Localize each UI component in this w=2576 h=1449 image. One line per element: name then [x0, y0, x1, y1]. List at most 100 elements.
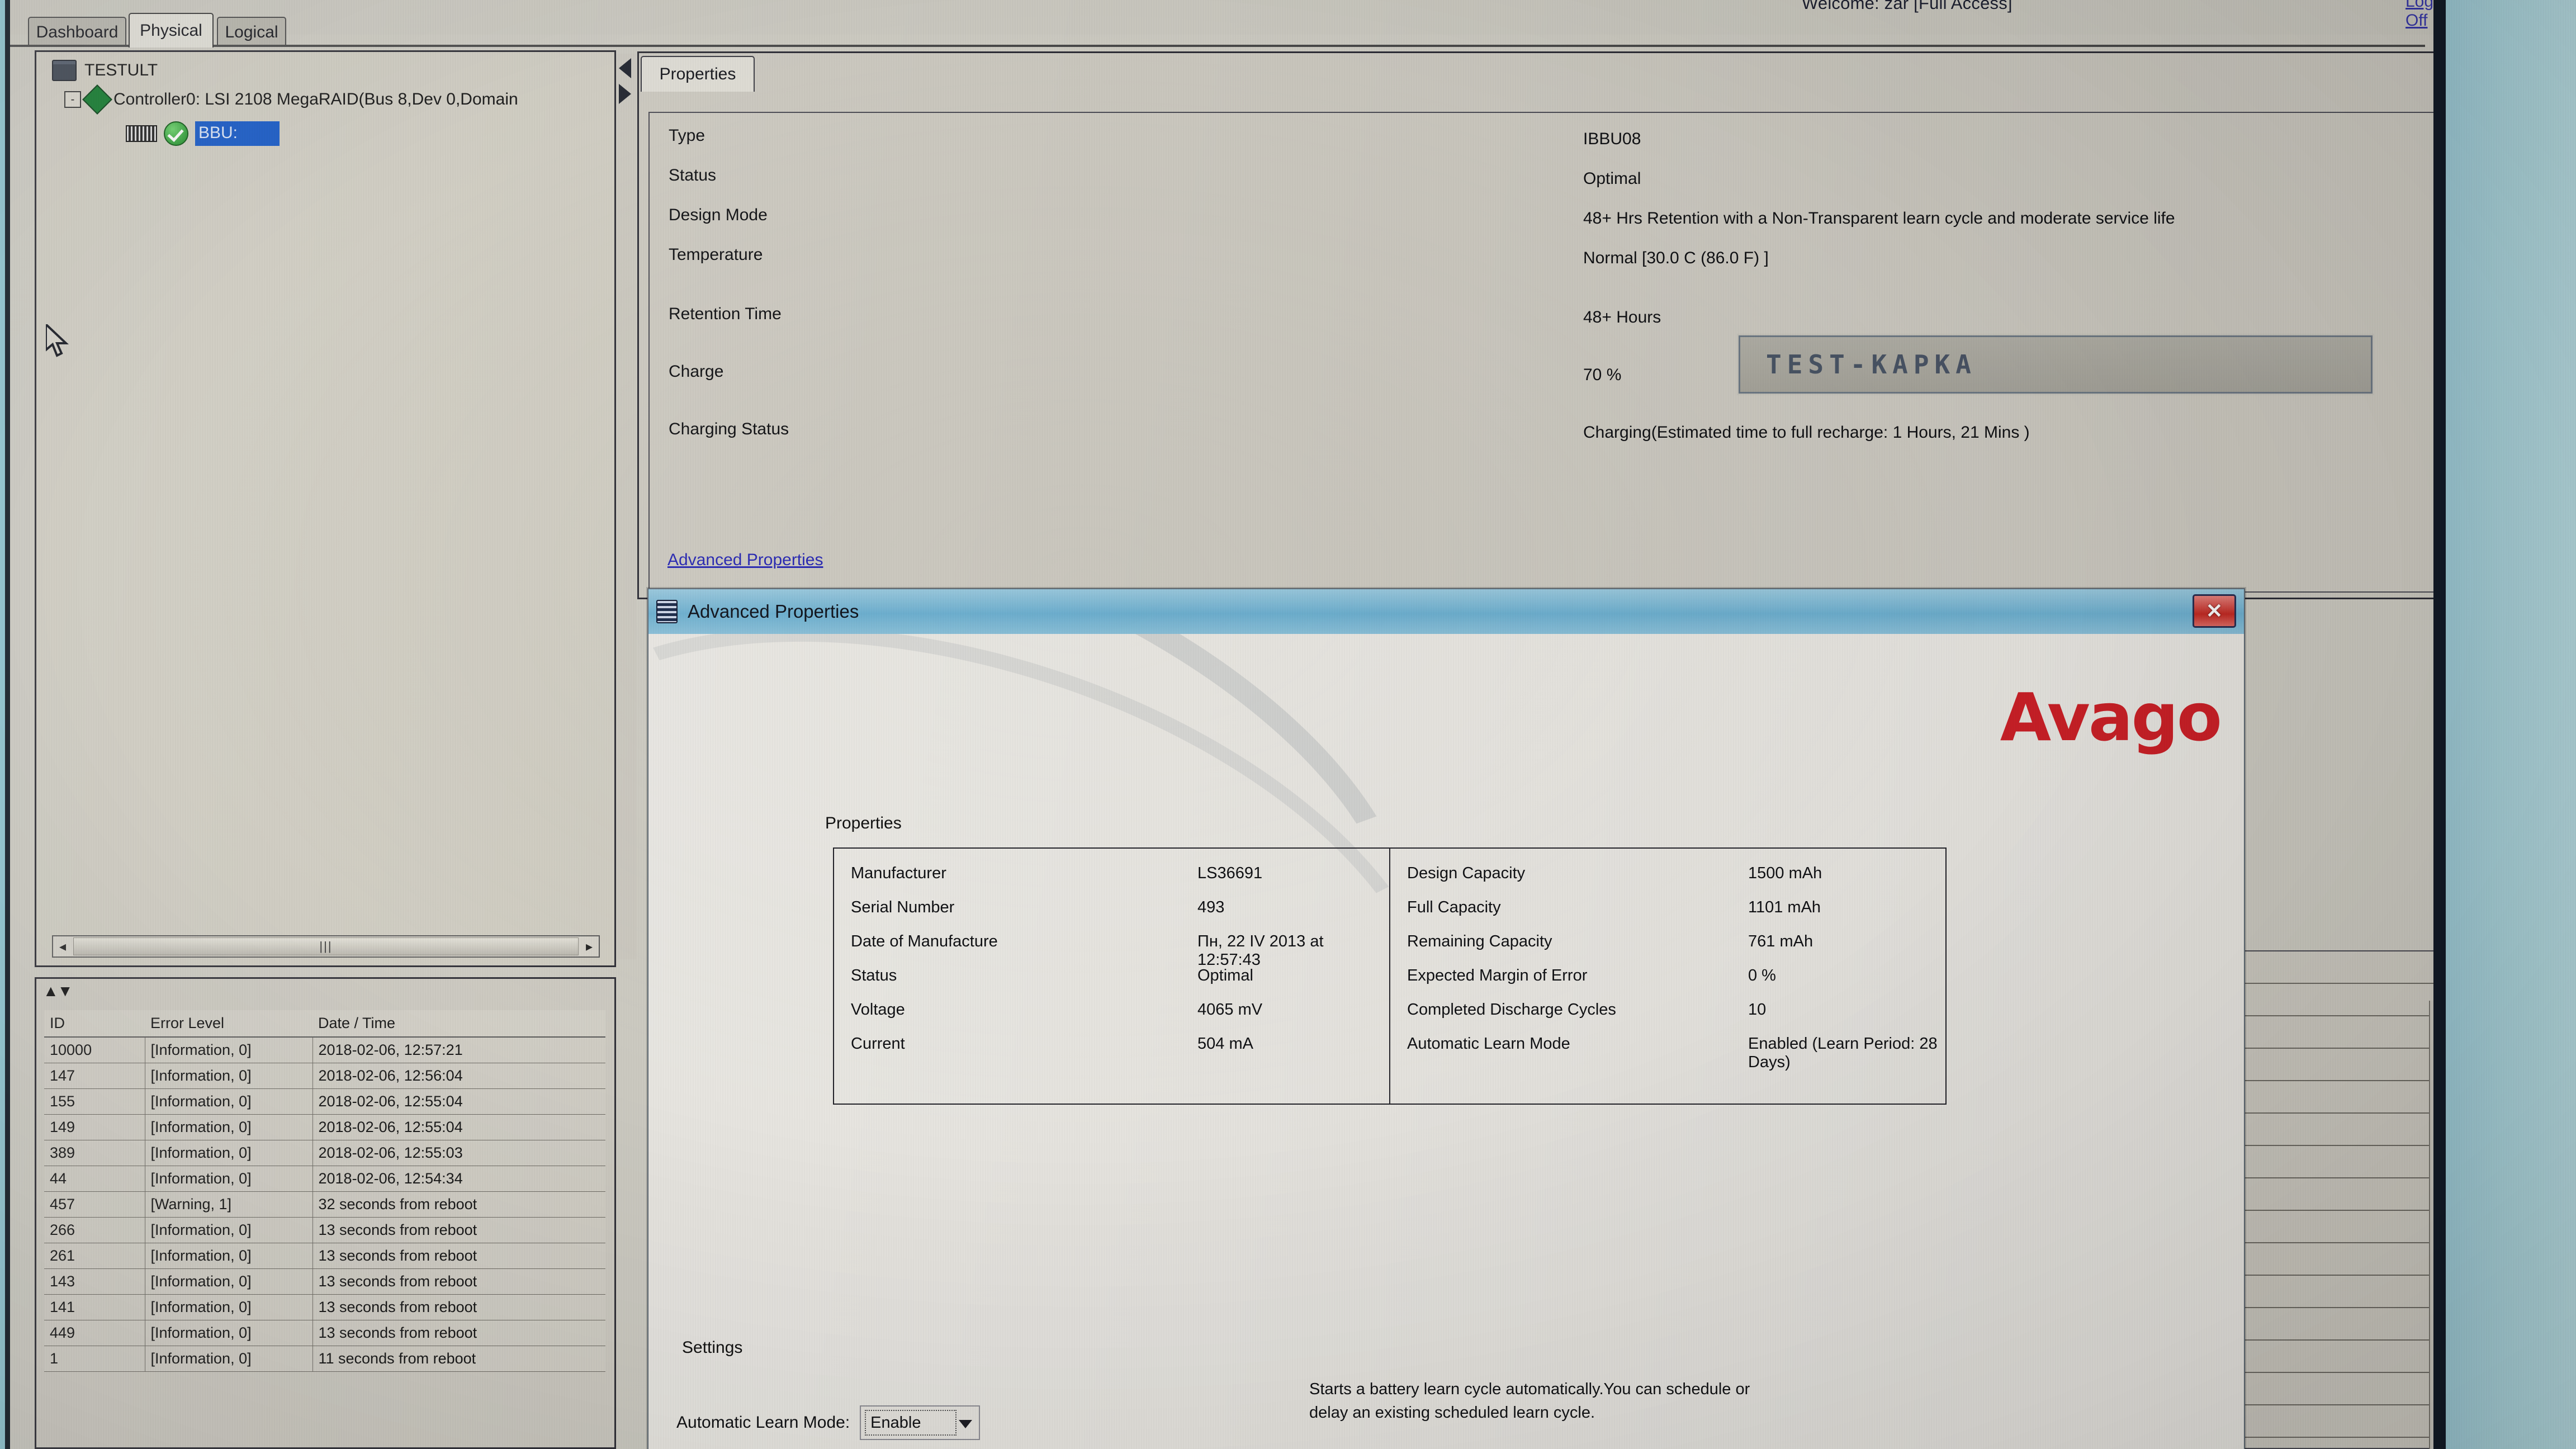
scroll-right-icon[interactable]: ▸ [580, 939, 599, 955]
table-row[interactable]: 10000 [Information, 0] 2018-02-06, 12:57:2… [44, 1036, 605, 1063]
automatic-learn-mode-setting: Automatic Learn Mode: Enable [676, 1405, 981, 1440]
row-value: 504 mA [1197, 1035, 1253, 1053]
table-row[interactable]: 266 [Information, 0] 13 seconds from reboo… [44, 1217, 605, 1243]
property-key: Retention Time [669, 305, 782, 323]
cell-date-time: 2018-02-06, 12:57:21 [312, 1036, 605, 1063]
table-row[interactable]: 141 [Information, 0] 13 seconds from reboo… [44, 1294, 605, 1320]
cell-date-time: 32 seconds from reboot [312, 1191, 605, 1218]
property-value: Optimal [1583, 169, 1641, 188]
table-row[interactable]: 147 [Information, 0] 2018-02-06, 12:56:04 [44, 1063, 605, 1089]
table-row: Full Capacity 1101 mAh [1407, 898, 1945, 932]
property-value: 48+ Hours [1583, 308, 1661, 326]
event-log-panel: ▲▼ ID Error Level Date / Time 10000 [Info… [35, 977, 616, 1449]
row-key: Serial Number [851, 898, 955, 916]
table-row[interactable]: 149 [Information, 0] 2018-02-06, 12:55:04 [44, 1114, 605, 1140]
cell-error-level: [Warning, 1] [145, 1191, 313, 1218]
scroll-thumb[interactable]: ||| [73, 937, 579, 955]
cell-date-time: 11 seconds from reboot [312, 1346, 605, 1372]
monitor-osd-overlay: TEST-KAPKA [1739, 335, 2373, 394]
learn-mode-select[interactable]: Enable [860, 1405, 981, 1440]
dialog-title-bar[interactable]: Advanced Properties ✕ [648, 589, 2244, 634]
cell-date-time: 2018-02-06, 12:54:34 [312, 1166, 605, 1192]
table-row: Design Capacity 1500 mAh [1407, 864, 1945, 898]
controller-diamond-icon [82, 84, 112, 115]
tab-dashboard[interactable]: Dashboard [28, 17, 126, 47]
sort-arrows-icon[interactable]: ▲▼ [43, 982, 73, 1000]
dialog-body: Avago Properties Manufacturer LS36691 Se… [648, 634, 2244, 1449]
row-value: 1500 mAh [1748, 864, 1822, 882]
table-row: Remaining Capacity 761 mAh [1407, 932, 1945, 967]
cell-id: 149 [44, 1114, 145, 1140]
cell-error-level: [Information, 0] [145, 1140, 313, 1166]
cell-error-level: [Information, 0] [145, 1217, 313, 1243]
tab-logical[interactable]: Logical [217, 17, 286, 47]
property-key: Temperature [669, 245, 763, 264]
column-header-date-time[interactable]: Date / Time [312, 1010, 605, 1038]
close-icon[interactable]: ✕ [2193, 594, 2236, 628]
table-row[interactable]: 44 [Information, 0] 2018-02-06, 12:54:34 [44, 1166, 605, 1192]
cell-date-time: 13 seconds from reboot [312, 1243, 605, 1269]
cell-date-time: 2018-02-06, 12:56:04 [312, 1063, 605, 1089]
property-value: Normal [30.0 C (86.0 F) ] [1583, 249, 1769, 267]
property-key: Design Mode [669, 206, 768, 224]
row-value: Enabled (Learn Period: 28 Days) [1748, 1035, 1938, 1071]
panel-splitter[interactable] [617, 54, 636, 959]
table-row[interactable]: 143 [Information, 0] 13 seconds from reboo… [44, 1268, 605, 1295]
cell-id: 261 [44, 1243, 145, 1269]
scroll-left-icon[interactable]: ◂ [53, 939, 72, 955]
cell-error-level: [Information, 0] [145, 1166, 313, 1192]
row-value: 761 mAh [1748, 932, 1813, 950]
tab-properties[interactable]: Properties [641, 56, 755, 92]
cell-date-time: 2018-02-06, 12:55:04 [312, 1088, 605, 1115]
splitter-right-arrow-icon[interactable] [619, 84, 631, 104]
row-key: Expected Margin of Error [1407, 967, 1588, 984]
column-header-id[interactable]: ID [44, 1010, 145, 1038]
row-key: Automatic Learn Mode [1407, 1035, 1570, 1053]
table-row: Manufacturer LS36691 [851, 864, 1389, 898]
row-value: LS36691 [1197, 864, 1263, 882]
splitter-left-arrow-icon[interactable] [619, 58, 631, 78]
row-value: 0 % [1748, 967, 1776, 984]
cell-error-level: [Information, 0] [145, 1063, 313, 1089]
collapse-icon[interactable]: - [64, 91, 81, 108]
row-value: 493 [1197, 898, 1225, 916]
dialog-title: Advanced Properties [688, 601, 859, 622]
tree-bbu-node[interactable]: BBU: [126, 121, 280, 146]
table-row[interactable]: 457 [Warning, 1] 32 seconds from reboot [44, 1191, 605, 1218]
tree-controller-node[interactable]: - Controller0: LSI 2108 MegaRAID(Bus 8,D… [64, 84, 518, 115]
dialog-settings-label: Settings [676, 1338, 749, 1357]
table-row: Expected Margin of Error 0 % [1407, 967, 1945, 1001]
cell-error-level: [Information, 0] [145, 1320, 313, 1346]
main-tabbar: Dashboard Physical Logical [10, 10, 2425, 48]
background-event-table [2219, 950, 2437, 1449]
tree-horizontal-scrollbar[interactable]: ◂ ||| ▸ [52, 935, 600, 958]
tree-root-node[interactable]: TESTULT [52, 60, 158, 81]
column-header-error-level[interactable]: Error Level [145, 1010, 312, 1038]
table-row[interactable]: 1 [Information, 0] 11 seconds from reboot [44, 1346, 605, 1372]
dialog-app-icon [656, 600, 678, 623]
property-value: IBBU08 [1583, 130, 1641, 148]
table-row: Serial Number 493 [851, 898, 1389, 932]
cell-id: 449 [44, 1320, 145, 1346]
property-row: Temperature Normal [30.0 C (86.0 F) ] [669, 245, 2446, 304]
table-row: Current 504 mA [851, 1035, 1389, 1069]
tab-physical[interactable]: Physical [129, 13, 214, 48]
advanced-properties-link[interactable]: Advanced Properties [667, 551, 823, 570]
table-row: Voltage 4065 mV [851, 1001, 1389, 1035]
chevron-down-icon[interactable] [959, 1420, 973, 1428]
property-value: Charging(Estimated time to full recharge… [1583, 423, 2030, 442]
table-row[interactable]: 389 [Information, 0] 2018-02-06, 12:55:03 [44, 1140, 605, 1166]
table-row[interactable]: 155 [Information, 0] 2018-02-06, 12:55:04 [44, 1088, 605, 1115]
dialog-properties-label: Properties [820, 814, 907, 833]
tabbar-divider [10, 45, 2425, 47]
table-row[interactable]: 261 [Information, 0] 13 seconds from reboo… [44, 1243, 605, 1269]
cell-error-level: [Information, 0] [145, 1243, 313, 1269]
cell-id: 457 [44, 1191, 145, 1218]
table-row: Automatic Learn Mode Enabled (Learn Peri… [1407, 1035, 1945, 1071]
cell-id: 44 [44, 1166, 145, 1192]
cell-date-time: 13 seconds from reboot [312, 1268, 605, 1295]
table-row[interactable]: 449 [Information, 0] 13 seconds from reboo… [44, 1320, 605, 1346]
monitor-bezel-left [0, 0, 10, 1449]
screen-surface: Welcome: zar [Full Access] Log Off Dashb… [0, 0, 2576, 1449]
row-value: Пн, 22 IV 2013 at 12:57:43 [1197, 932, 1324, 969]
